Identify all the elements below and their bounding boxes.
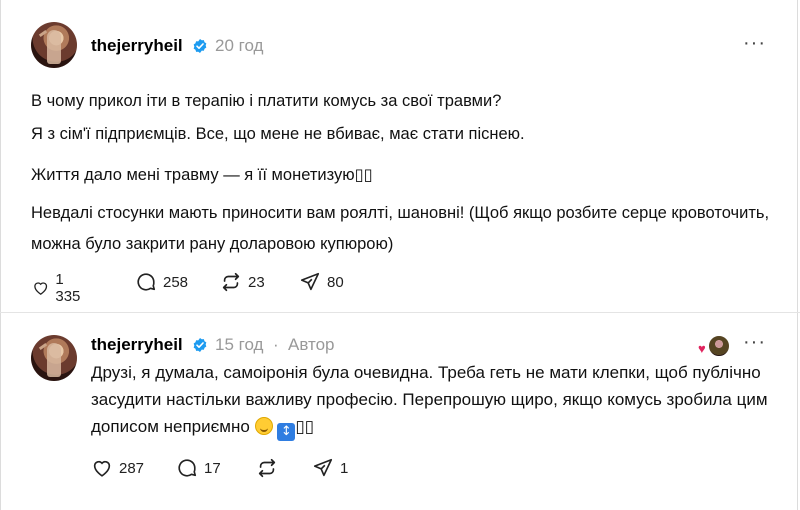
post-timestamp: 15 год: [215, 335, 264, 354]
author-tag: Автор: [288, 335, 335, 354]
send-icon: [300, 272, 320, 291]
post-username[interactable]: thejerryheil: [91, 36, 183, 56]
repost-count: 23: [248, 273, 265, 291]
post-paragraph: Життя дало мені травму — я її монетизую▯…: [31, 166, 373, 184]
like-button[interactable]: 287: [91, 457, 144, 479]
reply-button[interactable]: 258: [135, 271, 188, 293]
avatar[interactable]: [31, 22, 77, 68]
post-paragraph: Невдалі стосунки мають приносити вам роя…: [31, 204, 770, 253]
heart-icon: ♥: [698, 341, 706, 356]
share-count: 1: [340, 459, 349, 477]
like-button[interactable]: 1 335: [32, 271, 85, 305]
up-down-arrow-emoji-icon: ↕: [277, 423, 296, 441]
repost-icon: [258, 458, 276, 478]
avatar: [708, 335, 730, 357]
heart-icon: [93, 460, 111, 477]
share-button[interactable]: 80: [299, 271, 344, 293]
reply-button[interactable]: 17: [176, 457, 221, 479]
author-liked-indicator: ♥: [698, 335, 734, 357]
comment-icon: [178, 459, 197, 477]
comment-icon: [137, 273, 156, 291]
avatar[interactable]: [31, 335, 77, 381]
reply-count: 258: [163, 273, 189, 291]
repost-icon: [222, 272, 240, 292]
post-reply: thejerryheil 15 год · Автор ♥ ··· Друзі,…: [0, 313, 800, 510]
share-count: 80: [327, 273, 344, 291]
verified-badge-icon: [193, 39, 207, 53]
like-count: 287: [119, 459, 145, 477]
emoji-glyphs: ▯▯: [295, 417, 315, 437]
post-paragraph: В чому прикол іти в терапію і платити ко…: [31, 92, 502, 110]
reply-count: 17: [204, 459, 221, 477]
more-icon[interactable]: ···: [743, 331, 766, 354]
reply-text: Друзі, я думала, самоіронія була очевидн…: [91, 363, 768, 436]
repost-button[interactable]: [256, 457, 278, 479]
verified-badge-icon: [193, 338, 207, 352]
repost-button[interactable]: 23: [220, 271, 265, 293]
smile-emoji-icon: [254, 417, 273, 435]
share-button[interactable]: 1: [312, 457, 348, 479]
more-icon[interactable]: ···: [743, 32, 766, 55]
heart-icon: [34, 282, 48, 295]
meta-separator: ·: [273, 335, 279, 354]
post-paragraph: Я з сім'ї підприємців. Все, що мене не в…: [31, 125, 525, 143]
send-icon: [313, 458, 333, 477]
post-original: thejerryheil 20 год ··· В чому прикол іт…: [0, 0, 800, 313]
post-username[interactable]: thejerryheil: [91, 335, 183, 355]
reply-body: Друзі, я думала, самоіронія була очевидн…: [91, 359, 771, 441]
post-timestamp: 20 год: [215, 36, 264, 55]
like-count: 1 335: [55, 271, 81, 305]
